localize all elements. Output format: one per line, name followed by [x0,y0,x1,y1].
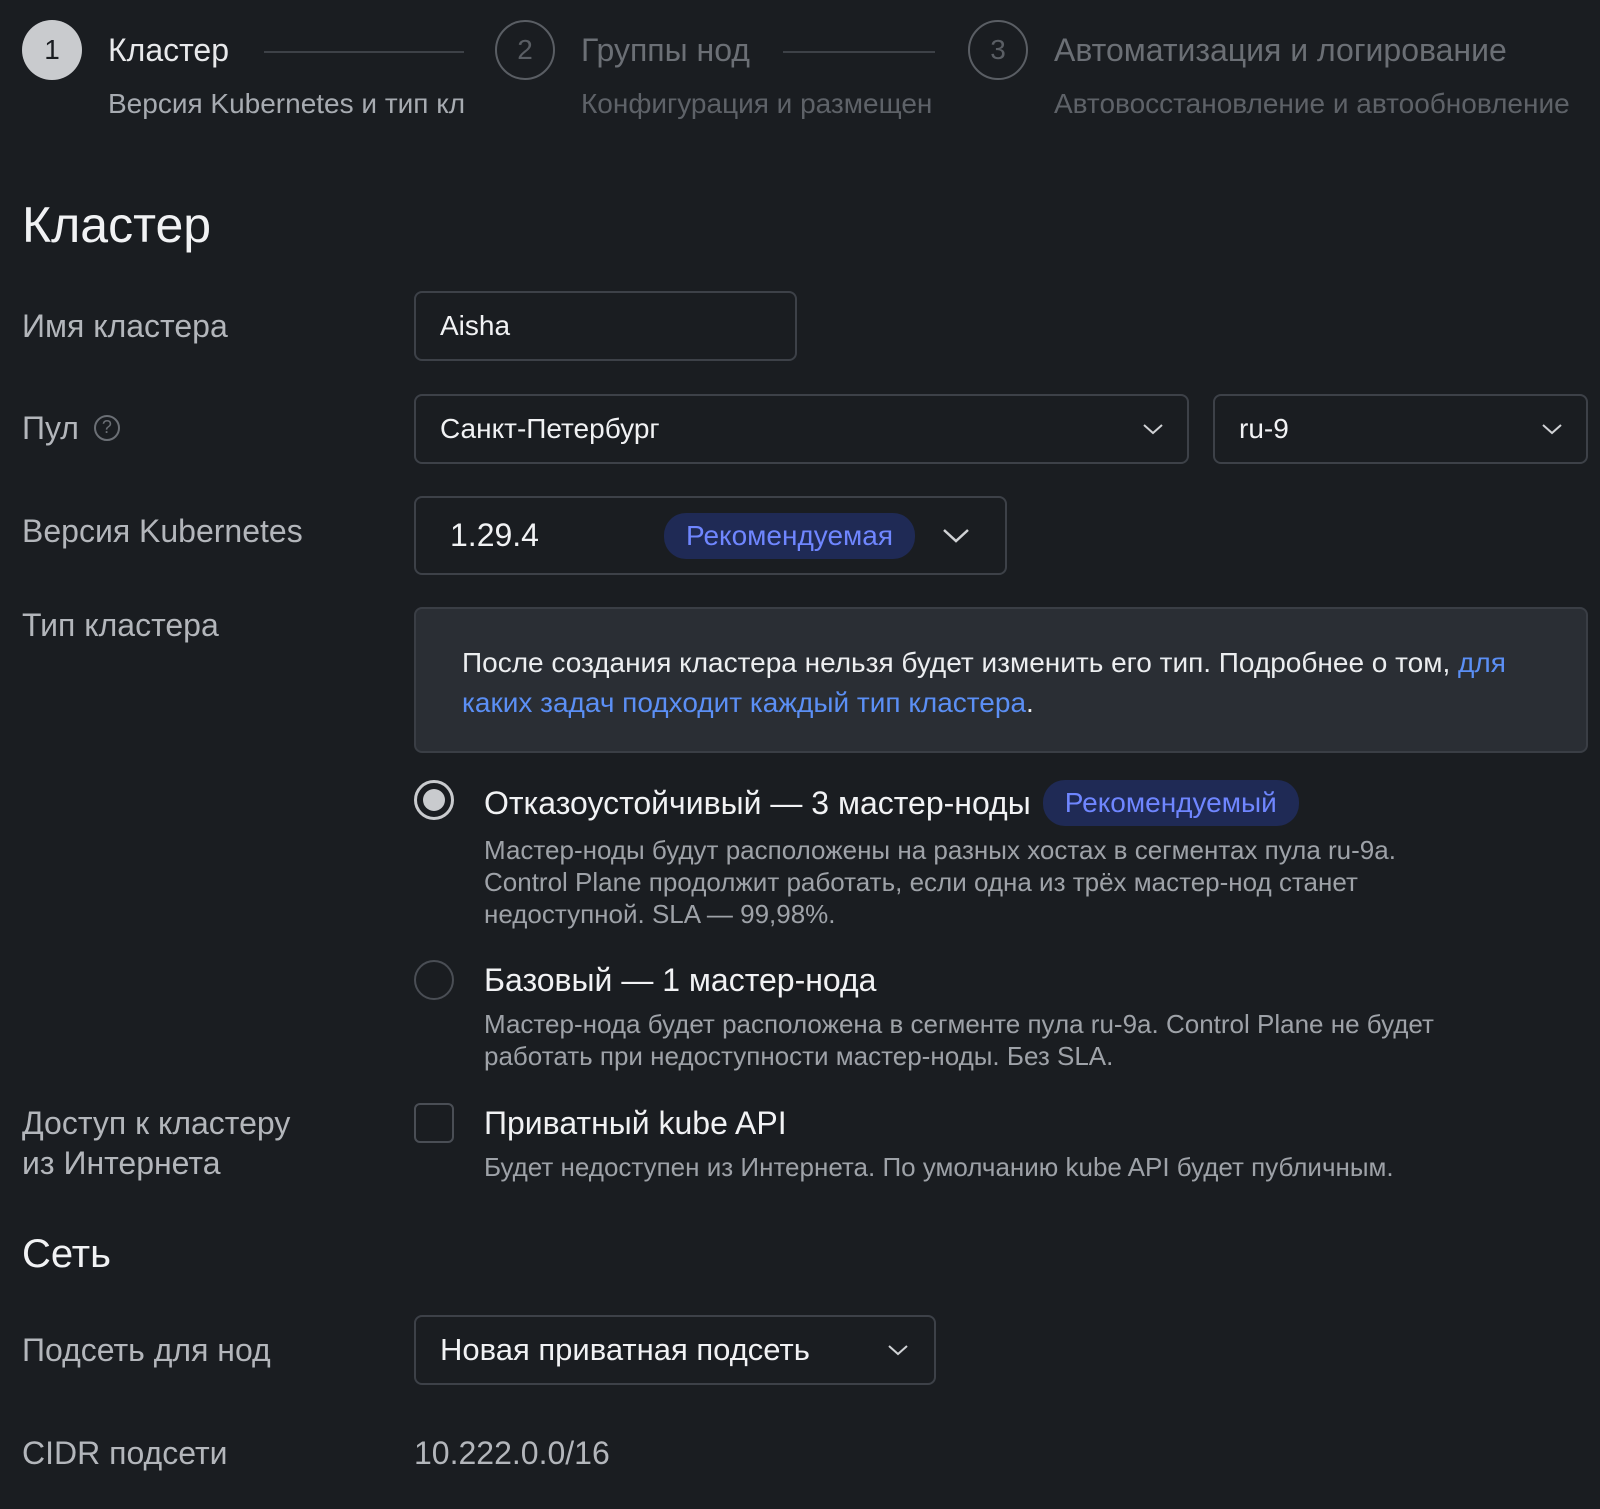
option-description-line: работать при недоступности мастер-ноды. … [484,1041,1114,1071]
option-description-line: Мастер-ноды будут расположены на разных … [484,835,1396,865]
subnet-select-value: Новая приватная подсеть [440,1332,810,1367]
cidr-label: CIDR подсети [22,1435,228,1471]
step-subtitle-1: Версия Kubernetes и тип кл [108,88,466,119]
option-description: Мастер-нода будет расположена в сегменте… [484,1008,1564,1072]
step-subtitle-3: Автовосстановление и автообновление [1054,88,1570,119]
pool-label: Пул ? [22,410,120,447]
step-connector [264,51,464,53]
step-connector [783,51,935,53]
subnet-select[interactable]: Новая приватная подсеть [414,1315,936,1385]
chevron-down-icon [1143,424,1163,435]
option-description: Мастер-ноды будут расположены на разных … [484,834,1564,930]
step-number-1: 1 [22,20,82,80]
chevron-down-icon [888,1345,908,1356]
section-title-network: Сеть [22,1232,111,1276]
step-number-3: 3 [968,20,1028,80]
subnet-label: Подсеть для нод [22,1332,271,1368]
help-icon[interactable]: ? [93,414,120,441]
option-title: Отказоустойчивый — 3 мастер-ноды [484,784,1031,821]
cluster-type-label: Тип кластера [22,607,219,643]
recommended-badge: Рекомендуемый [1042,780,1299,826]
internet-access-label-line: Доступ к кластеру [22,1105,291,1141]
option-description-line: Control Plane продолжит работать, если о… [484,867,1358,897]
recommended-badge: Рекомендуемая [664,512,916,559]
cidr-value: 10.222.0.0/16 [414,1435,610,1471]
section-title-cluster: Кластер [22,197,212,253]
internet-access-label-line: из Интернета [22,1145,221,1181]
cluster-name-label: Имя кластера [22,308,228,344]
internet-access-label: Доступ к кластеру из Интернета [22,1103,290,1183]
step-subtitle-2: Конфигурация и размещен [581,88,933,119]
info-text: После создания кластера нельзя будет изм… [462,647,1459,678]
step-number-2: 2 [495,20,555,80]
step-title-3: Автоматизация и логирование [1054,32,1507,68]
k8s-version-label: Версия Kubernetes [22,513,303,549]
pool-label-text: Пул [22,410,79,446]
cluster-name-value: Aisha [440,310,511,341]
radio-fault-tolerant[interactable] [414,780,454,820]
info-end: . [1026,687,1034,718]
step-title-1: Кластер [108,32,229,68]
region-select-value: Санкт-Петербург [440,413,660,444]
private-kube-api-checkbox[interactable] [414,1103,454,1143]
option-description-line: недоступной. SLA — 99,98%. [484,899,836,929]
option-fault-tolerant[interactable]: Отказоустойчивый — 3 мастер-ноды Рекомен… [484,780,1299,826]
chevron-down-icon [1542,424,1562,435]
private-kube-api-title[interactable]: Приватный kube API [484,1105,787,1142]
region-select[interactable]: Санкт-Петербург [414,394,1189,464]
stepper: 1 Кластер Версия Kubernetes и тип кл 2 Г… [0,0,1600,140]
option-description-line: Мастер-нода будет расположена в сегменте… [484,1009,1434,1039]
step-title-2: Группы нод [581,32,750,68]
k8s-version-select[interactable]: 1.29.4 Рекомендуемая [414,496,1007,575]
option-basic[interactable]: Базовый — 1 мастер-нода [484,962,876,999]
k8s-version-value: 1.29.4 [450,517,539,553]
pool-select-value: ru-9 [1239,413,1289,444]
cluster-type-info: После создания кластера нельзя будет изм… [414,607,1588,753]
private-kube-api-description: Будет недоступен из Интернета. По умолча… [484,1152,1394,1182]
radio-basic[interactable] [414,960,454,1000]
pool-select[interactable]: ru-9 [1213,394,1588,464]
chevron-down-icon [943,528,969,543]
cluster-name-input[interactable]: Aisha [414,291,797,361]
